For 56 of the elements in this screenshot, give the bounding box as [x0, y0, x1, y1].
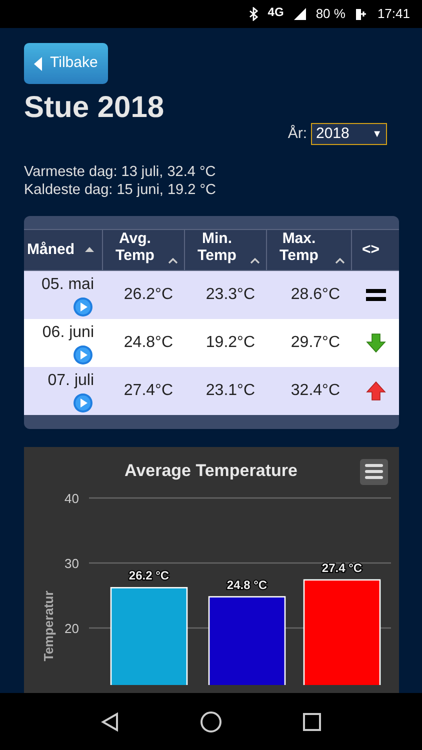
equals-icon	[366, 288, 386, 302]
table-cell-text: 07. juli	[48, 370, 94, 390]
y-tick-label: 40	[64, 490, 79, 506]
table-cell: 28.6°C	[290, 286, 340, 302]
year-select[interactable]: 2018 ▼	[311, 123, 387, 146]
table-row[interactable]: 06. juni 24.8°C 19.2°C 29.7°C	[24, 318, 399, 366]
chart-title: Average Temperature	[124, 460, 298, 480]
table-cell: 19.2°C	[206, 334, 255, 350]
bar[interactable]	[208, 596, 286, 684]
battery-level: 80 %	[316, 5, 346, 24]
menu-icon[interactable]	[360, 458, 388, 484]
table-cell: 27.4°C	[124, 382, 173, 398]
dropdown-arrow: ▼	[372, 128, 382, 142]
table-cell: 32.4°C	[290, 382, 340, 398]
data-label: 27.4 °C	[322, 560, 362, 574]
table-cell-text: 06. juni	[42, 322, 94, 342]
table-cell: 23.3°C	[206, 286, 255, 302]
network-label: 4G	[268, 4, 284, 21]
down-arrow-icon	[366, 332, 386, 352]
play-icon[interactable]	[73, 392, 93, 412]
summary-text: Varmeste dag: 13 juli, 32.4 °C	[24, 162, 217, 180]
column-header[interactable]: Max. Temp	[277, 230, 321, 264]
y-axis-label: Temperatur	[41, 590, 56, 661]
column-header[interactable]: Måned	[27, 241, 75, 258]
back-nav-icon[interactable]	[100, 712, 119, 732]
column-header[interactable]: Avg. Temp	[113, 230, 157, 264]
sort-icon[interactable]	[168, 258, 178, 264]
left-arrow-icon	[34, 56, 42, 70]
bluetooth-icon	[248, 7, 258, 21]
clock: 17:41	[377, 5, 410, 24]
y-tick-label: 20	[64, 620, 79, 636]
column-header[interactable]: Min. Temp	[195, 230, 239, 264]
up-arrow-icon	[366, 380, 386, 400]
table-row[interactable]: 05. mai 26.2°C 23.3°C 28.6°C	[24, 270, 399, 318]
battery-charging-icon	[355, 7, 368, 21]
table-cell: 23.1°C	[206, 382, 255, 398]
page-title: Stue 2018	[24, 90, 166, 126]
year-label: År:	[288, 124, 307, 144]
summary-text: Kaldeste dag: 15 juni, 19.2 °C	[24, 180, 218, 198]
sort-icon[interactable]	[250, 258, 260, 264]
recents-nav-icon[interactable]	[303, 712, 322, 730]
play-icon[interactable]	[73, 296, 93, 316]
table-cell: 29.7°C	[290, 334, 340, 350]
table-row[interactable]: 07. juli 27.4°C 23.1°C 32.4°C	[24, 366, 399, 414]
table-cell: 26.2°C	[124, 286, 173, 302]
table-cell: 24.8°C	[124, 334, 173, 350]
play-icon[interactable]	[73, 344, 93, 364]
sort-icon[interactable]	[335, 258, 345, 264]
home-nav-icon[interactable]	[200, 710, 222, 732]
table-cell-text: 05. mai	[42, 274, 94, 294]
signal-icon	[294, 8, 306, 20]
column-header[interactable]: <>	[362, 241, 380, 258]
data-label: 26.2 °C	[128, 568, 170, 582]
sort-icon[interactable]	[85, 247, 94, 252]
data-label: 24.8 °C	[226, 577, 268, 592]
y-tick-label: 30	[64, 556, 79, 570]
